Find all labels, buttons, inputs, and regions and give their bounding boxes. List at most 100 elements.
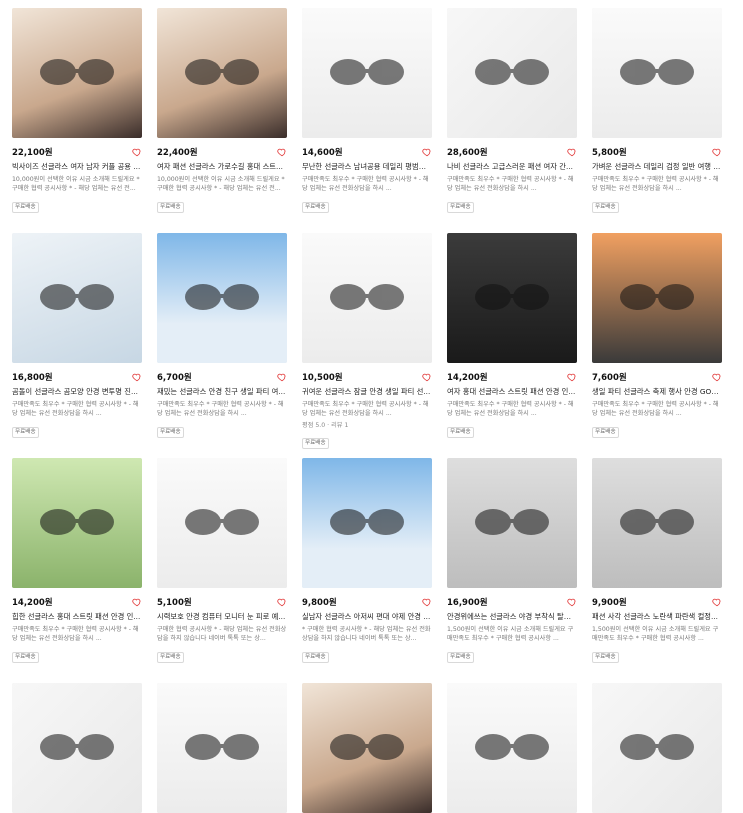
product-title[interactable]: 안경위에쓰는 선글라스 야경 부착식 탈부...: [447, 612, 577, 622]
product-card[interactable]: [157, 683, 287, 813]
favorite-heart-icon[interactable]: [567, 597, 577, 607]
product-title[interactable]: 생일 파티 선글라스 축제 행사 안경 GOO...: [592, 387, 722, 397]
favorite-heart-icon[interactable]: [712, 597, 722, 607]
favorite-heart-icon[interactable]: [132, 372, 142, 382]
sunglasses-icon: [185, 284, 259, 310]
favorite-heart-icon[interactable]: [712, 372, 722, 382]
product-description: 구매만족도 최우수 * 구매한 협력 공시사항 * - 해당 업체는 유선 전화…: [12, 626, 139, 642]
product-title[interactable]: 재밌는 선글라스 안경 친구 생일 파티 여...: [157, 387, 287, 397]
product-image[interactable]: [157, 233, 287, 363]
product-description: 구매만족도 최우수 * 구매한 협력 공시사항 * - 해당 업체는 유선 전화…: [592, 176, 719, 192]
product-description: 10,000원이 선택한 이유 시금 소개해 드릴게요 * 구매한 협력 공시사…: [157, 176, 285, 192]
product-card[interactable]: [592, 683, 722, 813]
sunglasses-icon: [185, 59, 259, 85]
favorite-heart-icon[interactable]: [422, 372, 432, 382]
product-title[interactable]: 빅사이즈 선글라스 여자 남자 커플 공용 ...: [12, 162, 142, 172]
product-card[interactable]: 7,600원 생일 파티 선글라스 축제 행사 안경 GOO... 구매만족도 최우…: [592, 233, 722, 458]
free-shipping-badge: 무료배송: [157, 427, 184, 438]
product-card[interactable]: [447, 683, 577, 813]
free-shipping-badge: 무료배송: [12, 427, 39, 438]
product-price: 14,200원: [447, 373, 488, 383]
sunglasses-icon: [40, 59, 114, 85]
product-image[interactable]: [447, 233, 577, 363]
product-price: 9,900원: [592, 598, 627, 608]
price-row: 28,600원: [447, 146, 577, 158]
favorite-heart-icon[interactable]: [277, 372, 287, 382]
product-image[interactable]: [447, 458, 577, 588]
product-title[interactable]: 실남자 선글라스 아저씨 편대 야제 안경 ...: [302, 612, 432, 622]
product-image[interactable]: [157, 683, 287, 813]
product-image[interactable]: [447, 8, 577, 138]
product-card[interactable]: 22,400원 여자 패션 선글라스 가로수길 홍대 스트... 10,000원이 …: [157, 8, 287, 233]
price-row: 14,600원: [302, 146, 432, 158]
favorite-heart-icon[interactable]: [277, 597, 287, 607]
favorite-heart-icon[interactable]: [422, 147, 432, 157]
product-image[interactable]: [302, 683, 432, 813]
product-image[interactable]: [592, 458, 722, 588]
product-title[interactable]: 가벼운 선글라스 데일리 검정 일반 여행 ...: [592, 162, 722, 172]
product-title[interactable]: 여자 패션 선글라스 가로수길 홍대 스트...: [157, 162, 287, 172]
product-card[interactable]: 16,900원안경위에쓰는 선글라스 야경 부착식 탈부... 1,500원이 선…: [447, 458, 577, 683]
price-row: 5,100원: [157, 596, 287, 608]
product-image[interactable]: [157, 8, 287, 138]
product-title[interactable]: 나비 선글라스 고급스러운 패션 여자 간...: [447, 162, 577, 172]
free-shipping-badge: 무료배송: [302, 202, 329, 213]
sunglasses-icon: [185, 509, 259, 535]
product-title[interactable]: 귀여운 선글라스 잠글 안경 생일 파티 선...: [302, 387, 432, 397]
sunglasses-icon: [185, 734, 259, 760]
product-image[interactable]: [157, 458, 287, 588]
product-image[interactable]: [302, 458, 432, 588]
product-title[interactable]: 곰돌이 선글라스 곰모양 안경 변투명 진...: [12, 387, 142, 397]
product-card[interactable]: 9,800원 실남자 선글라스 아저씨 편대 야제 안경 ... * 구매한 협력 …: [302, 458, 432, 683]
product-card[interactable]: [302, 683, 432, 813]
price-row: 16,800원: [12, 371, 142, 383]
favorite-heart-icon[interactable]: [132, 597, 142, 607]
product-card[interactable]: 28,600원 나비 선글라스 고급스러운 패션 여자 간... 구매만족도 최우수…: [447, 8, 577, 233]
product-card[interactable]: 10,500원 귀여운 선글라스 잠글 안경 생일 파티 선... 구매만족도 최우…: [302, 233, 432, 458]
product-image[interactable]: [447, 683, 577, 813]
product-card[interactable]: 9,900원 패션 사각 선글라스 노란색 파란색 컬정... 1,500원이 선택…: [592, 458, 722, 683]
product-card[interactable]: 22,100원 빅사이즈 선글라스 여자 남자 커플 공용 ... 10,000원이…: [12, 8, 142, 233]
product-image[interactable]: [302, 233, 432, 363]
product-description: 구매한 협력 공시사항 * - 해당 업체는 유선 전화상담을 하지 않습니다 …: [157, 626, 287, 642]
product-price: 5,800원: [592, 148, 627, 158]
product-card[interactable]: 14,600원 무난한 선글라스 남녀공용 데일리 평범한... 구매만족도 최우수…: [302, 8, 432, 233]
product-image[interactable]: [592, 683, 722, 813]
favorite-heart-icon[interactable]: [567, 147, 577, 157]
product-card[interactable]: 14,200원힙한 선글라스 홍대 스트릿 패션 안경 인... 구매만족도 최우…: [12, 458, 142, 683]
price-row: 9,900원: [592, 596, 722, 608]
product-card[interactable]: 5,800원가벼운 선글라스 데일리 검정 일반 여행 ... 구매만족도 최우수…: [592, 8, 722, 233]
product-title[interactable]: 힙한 선글라스 홍대 스트릿 패션 안경 인...: [12, 612, 142, 622]
product-image[interactable]: [592, 233, 722, 363]
product-price: 10,500원: [302, 373, 343, 383]
product-image[interactable]: [592, 8, 722, 138]
sunglasses-icon: [475, 59, 549, 85]
product-image[interactable]: [12, 683, 142, 813]
product-card[interactable]: [12, 683, 142, 813]
product-description: 1,500원이 선택한 이유 시금 소개해 드릴게요 구매만족도 최우수 * 구…: [447, 626, 574, 642]
favorite-heart-icon[interactable]: [422, 597, 432, 607]
price-row: 14,200원: [447, 371, 577, 383]
favorite-heart-icon[interactable]: [567, 372, 577, 382]
product-card[interactable]: 5,100원시력보호 안경 컴퓨터 모니터 눈 피로 예... 구매한 협력 공시…: [157, 458, 287, 683]
product-title[interactable]: 시력보호 안경 컴퓨터 모니터 눈 피로 예...: [157, 612, 287, 622]
product-title[interactable]: 무난한 선글라스 남녀공용 데일리 평범한...: [302, 162, 432, 172]
product-image[interactable]: [12, 8, 142, 138]
product-card[interactable]: 16,800원곰돌이 선글라스 곰모양 안경 변투명 진... 구매만족도 최우수…: [12, 233, 142, 458]
product-title[interactable]: 여자 홍대 선글라스 스트릿 패션 안경 인...: [447, 387, 577, 397]
product-image[interactable]: [12, 458, 142, 588]
product-grid: 22,100원 빅사이즈 선글라스 여자 남자 커플 공용 ... 10,000원이…: [12, 8, 722, 813]
product-image[interactable]: [12, 233, 142, 363]
favorite-heart-icon[interactable]: [277, 147, 287, 157]
favorite-heart-icon[interactable]: [712, 147, 722, 157]
product-image[interactable]: [302, 8, 432, 138]
price-row: 16,900원: [447, 596, 577, 608]
favorite-heart-icon[interactable]: [132, 147, 142, 157]
product-title[interactable]: 패션 사각 선글라스 노란색 파란색 컬정...: [592, 612, 722, 622]
product-card[interactable]: 6,700원 재밌는 선글라스 안경 친구 생일 파티 여... 구매만족도 최우수…: [157, 233, 287, 458]
free-shipping-badge: 무료배송: [302, 652, 329, 663]
product-card[interactable]: 14,200원 여자 홍대 선글라스 스트릿 패션 안경 인... 구매만족도 최우…: [447, 233, 577, 458]
product-description: 구매만족도 최우수 * 구매한 협력 공시사항 * - 해당 업체는 유선 전화…: [12, 401, 139, 417]
price-row: 7,600원: [592, 371, 722, 383]
price-row: 14,200원: [12, 596, 142, 608]
